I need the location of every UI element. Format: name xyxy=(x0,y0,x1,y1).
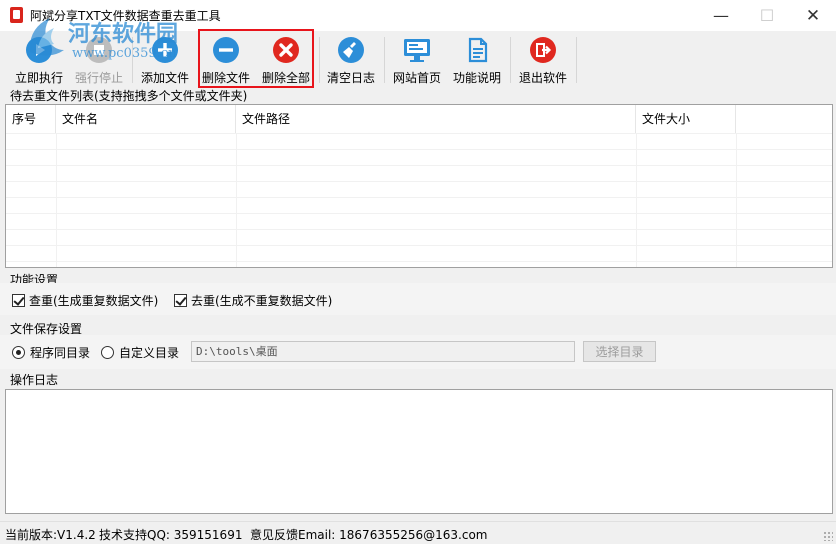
stop-button[interactable]: 强行停止 xyxy=(71,31,127,87)
title-bar: 阿斌分享TXT文件数据查重去重工具 — ☐ ✕ xyxy=(0,0,836,31)
column-header-index[interactable]: 序号 xyxy=(6,105,56,133)
stop-label: 强行停止 xyxy=(74,71,123,85)
radio-unselected-icon xyxy=(101,346,114,359)
table-gridline xyxy=(236,133,237,267)
radio-selected-icon xyxy=(12,346,25,359)
play-icon xyxy=(24,35,54,65)
window-title: 阿斌分享TXT文件数据查重去重工具 xyxy=(30,9,221,23)
column-header-size[interactable]: 文件大小 xyxy=(636,105,736,133)
custom-dir-label: 自定义目录 xyxy=(119,346,180,360)
column-header-filename[interactable]: 文件名 xyxy=(56,105,236,133)
checkbox-checked-icon xyxy=(174,294,187,307)
table-row xyxy=(6,197,832,198)
toolbar-divider xyxy=(319,37,320,83)
version-text: 当前版本:V1.4.2 xyxy=(5,528,96,542)
toolbar-divider xyxy=(510,37,511,83)
resize-grip-icon[interactable] xyxy=(823,531,833,541)
close-button[interactable]: ✕ xyxy=(790,0,836,31)
table-row xyxy=(6,133,832,134)
log-title: 操作日志 xyxy=(10,373,59,387)
table-row xyxy=(6,229,832,230)
table-row xyxy=(6,181,832,182)
execute-label: 立即执行 xyxy=(14,71,63,85)
app-icon xyxy=(10,7,23,23)
add-file-label: 添加文件 xyxy=(140,71,189,85)
same-dir-radio[interactable]: 程序同目录 xyxy=(12,344,90,361)
dedupe-label: 去重(生成不重复数据文件) xyxy=(191,294,333,308)
exit-icon xyxy=(528,35,558,65)
help-label: 功能说明 xyxy=(452,71,501,85)
column-header-path[interactable]: 文件路径 xyxy=(236,105,636,133)
table-row xyxy=(6,213,832,214)
operation-log-area[interactable] xyxy=(5,389,833,514)
table-gridline xyxy=(736,133,737,267)
website-label: 网站首页 xyxy=(392,71,441,85)
custom-dir-radio[interactable]: 自定义目录 xyxy=(101,344,179,361)
minimize-button[interactable]: — xyxy=(698,0,744,31)
clear-log-button[interactable]: 清空日志 xyxy=(323,31,379,87)
help-button[interactable]: 功能说明 xyxy=(449,31,505,87)
document-icon xyxy=(462,35,492,65)
execute-button[interactable]: 立即执行 xyxy=(11,31,67,87)
dup-check-label: 查重(生成重复数据文件) xyxy=(29,294,159,308)
stop-icon xyxy=(84,35,114,65)
file-list-table[interactable]: 序号 文件名 文件路径 文件大小 xyxy=(5,104,833,268)
highlight-annotation xyxy=(198,29,314,88)
table-row xyxy=(6,165,832,166)
toolbar-divider xyxy=(576,37,577,83)
support-text: 技术支持QQ: 359151691 xyxy=(99,528,243,542)
website-button[interactable]: 网站首页 xyxy=(389,31,445,87)
toolbar-divider xyxy=(132,37,133,83)
table-row xyxy=(6,261,832,262)
dedupe-checkbox[interactable]: 去重(生成不重复数据文件) xyxy=(174,292,332,309)
select-directory-button[interactable]: 选择目录 xyxy=(583,341,656,362)
file-list-title: 待去重文件列表(支持拖拽多个文件或文件夹) xyxy=(10,89,248,103)
table-row xyxy=(6,149,832,150)
feedback-text: 意见反馈Email: 18676355256@163.com xyxy=(250,528,488,542)
exit-label: 退出软件 xyxy=(518,71,567,85)
function-settings-panel: 查重(生成重复数据文件) 去重(生成不重复数据文件) xyxy=(0,283,836,315)
checkbox-checked-icon xyxy=(12,294,25,307)
table-gridline xyxy=(56,133,57,267)
table-row xyxy=(6,245,832,246)
clear-log-label: 清空日志 xyxy=(326,71,375,85)
save-path-field[interactable]: D:\tools\桌面 xyxy=(191,341,575,362)
add-file-button[interactable]: 添加文件 xyxy=(137,31,193,87)
status-bar: 当前版本:V1.4.2 技术支持QQ: 359151691 意见反馈Email:… xyxy=(0,521,836,544)
maximize-button[interactable]: ☐ xyxy=(744,0,790,31)
table-gridline xyxy=(636,133,637,267)
monitor-icon xyxy=(402,35,432,65)
broom-icon xyxy=(336,35,366,65)
toolbar-divider xyxy=(384,37,385,83)
dup-check-checkbox[interactable]: 查重(生成重复数据文件) xyxy=(12,292,158,309)
plus-circle-icon xyxy=(150,35,180,65)
exit-button[interactable]: 退出软件 xyxy=(515,31,571,87)
same-dir-label: 程序同目录 xyxy=(30,346,91,360)
toolbar: 立即执行 强行停止 添加文件 删除文件 删除全部 清空日志 网站首页 功能说明 … xyxy=(0,31,836,87)
